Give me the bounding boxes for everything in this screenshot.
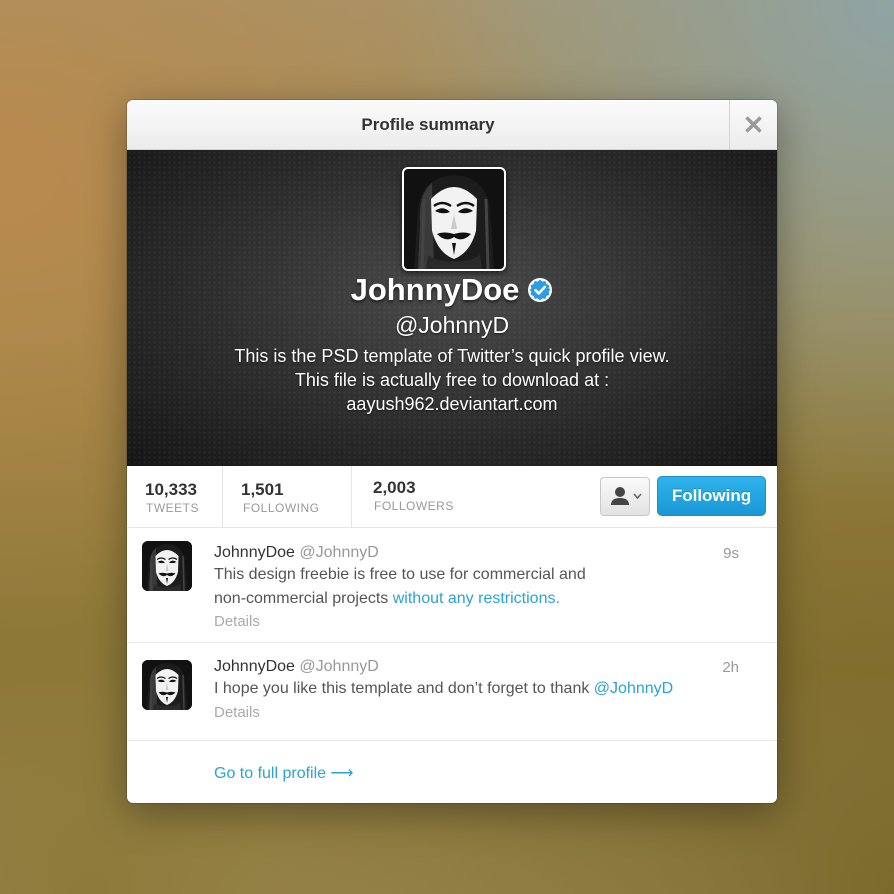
tweet-text-line: non-commercial projects without any rest… [214,590,560,607]
stat-followers-value: 2,003 [373,478,416,497]
stat-following-value: 1,501 [241,480,284,499]
tweet-author-name[interactable]: JohnnyDoe [214,658,295,675]
profile-header: JohnnyDoe @JohnnyD This is the PSD templ… [127,150,777,466]
close-button[interactable]: ✕ [729,100,777,149]
tweet-link[interactable]: without any restrictions. [393,590,560,607]
tweet-author-username[interactable]: @JohnnyD [299,544,378,561]
bio-line: This is the PSD template of Twitter’s qu… [234,346,670,366]
profile-handle: @JohnnyD [394,312,510,338]
tweet-timestamp[interactable]: 9s [723,545,739,562]
tweet-text: I hope you like this template and don’t … [214,680,674,697]
tweet-details-link[interactable]: Details [214,704,260,721]
user-dropdown-icon [611,487,642,505]
stat-tweets-label: TWEETS [146,501,199,515]
following-button[interactable]: Following [657,476,766,516]
profile-bio: This is the PSD template of Twitter’s qu… [127,344,777,416]
dialog-titlebar: Profile summary ✕ [127,100,777,150]
tweet-item[interactable]: JohnnyDoe @JohnnyD 9s This design freebi… [127,528,777,643]
stat-tweets-value: 10,333 [145,480,197,499]
profile-avatar[interactable] [402,167,506,271]
stat-followers[interactable]: 2,003 FOLLOWERS [352,466,482,527]
profile-display-name: JohnnyDoe [127,272,777,308]
tweet-item[interactable]: JohnnyDoe @JohnnyD 2h I hope you like th… [127,643,777,741]
tweet-author-name[interactable]: JohnnyDoe [214,544,295,561]
tweet-text-line: This design freebie is free to use for c… [214,566,586,583]
tweet-details-link[interactable]: Details [214,613,260,630]
tweet-avatar[interactable] [142,541,192,591]
tweet-avatar[interactable] [142,660,192,710]
tweet-author-username[interactable]: @JohnnyD [299,658,378,675]
tweet-header: JohnnyDoe @JohnnyD [214,658,379,676]
tweet-timestamp[interactable]: 2h [722,659,739,676]
stat-following-label: FOLLOWING [243,501,320,515]
profile-summary-dialog: Profile summary ✕ JohnnyDoe @JohnnyD Thi… [127,100,777,803]
tweet-mention[interactable]: @JohnnyD [594,680,673,697]
stat-followers-label: FOLLOWERS [374,499,454,513]
close-icon: ✕ [742,110,765,140]
user-actions-dropdown[interactable] [600,477,650,516]
verified-badge-icon [528,278,553,302]
tweet-header: JohnnyDoe @JohnnyD [214,544,379,562]
bio-line: aayush962.deviantart.com [346,394,558,414]
bio-line: This file is actually free to download a… [294,370,610,390]
stat-tweets[interactable]: 10,333 TWEETS [127,466,222,527]
stat-following[interactable]: 1,501 FOLLOWING [223,466,351,527]
dialog-title: Profile summary [361,115,495,134]
profile-stats: 10,333 TWEETS 1,501 FOLLOWING 2,003 FOLL… [127,466,777,528]
go-to-full-profile-link[interactable]: Go to full profile ⟶ [214,763,353,783]
tweet-text: This design freebie is free to use for c… [214,563,586,611]
